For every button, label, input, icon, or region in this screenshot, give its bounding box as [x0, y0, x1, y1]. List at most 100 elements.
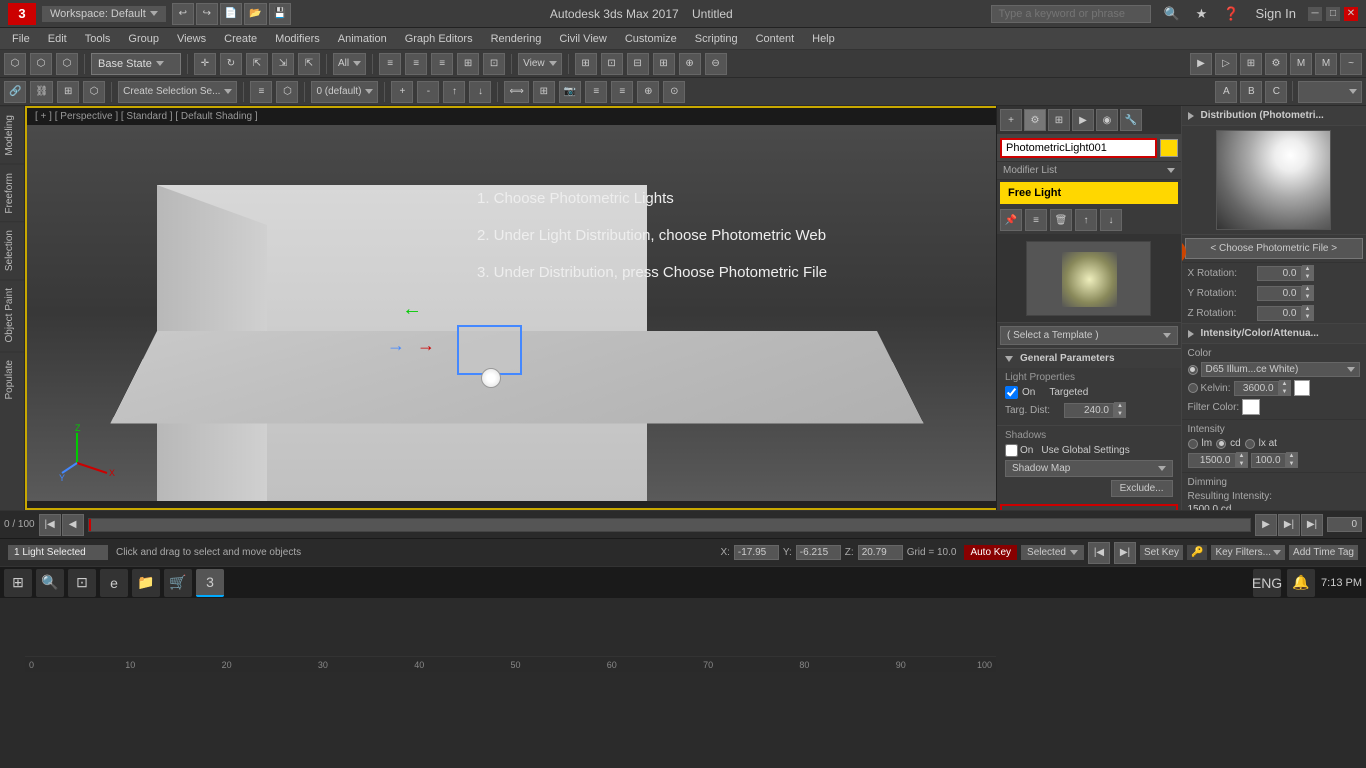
move-btn[interactable]: ✛	[194, 53, 216, 75]
curve-btn[interactable]: ~	[1340, 53, 1362, 75]
rotate-btn[interactable]: ↻	[220, 53, 242, 75]
timeline-bar[interactable]	[88, 518, 1251, 532]
light-color-btn[interactable]	[1160, 139, 1178, 157]
lm-radio[interactable]	[1188, 439, 1198, 449]
default-layer-dropdown[interactable]: 0 (default)	[311, 81, 378, 103]
new-btn[interactable]: 📄	[220, 3, 242, 25]
timeline-next-btn[interactable]: ▶|	[1278, 514, 1300, 536]
select2-btn[interactable]: ⬡	[30, 53, 52, 75]
taskbar-edge-btn[interactable]: e	[100, 569, 128, 597]
sidebar-tab-populate[interactable]: Populate	[0, 351, 24, 407]
free-light-mod-btn[interactable]: Free Light	[1000, 182, 1178, 204]
place-highlight-btn[interactable]: ⊕	[637, 81, 659, 103]
menu-scripting[interactable]: Scripting	[687, 31, 746, 47]
prev-key-btn[interactable]: |◀	[1088, 542, 1110, 564]
mod-create-icon[interactable]: +	[1000, 109, 1022, 131]
add-time-tag-btn[interactable]: Add Time Tag	[1289, 545, 1358, 560]
menu-views[interactable]: Views	[169, 31, 214, 47]
mod-del-icon[interactable]: 🗑	[1050, 209, 1072, 231]
scene-btn[interactable]: ⬡	[276, 81, 298, 103]
kelvin-up[interactable]: ▲	[1279, 380, 1291, 388]
z-rot-up[interactable]: ▲	[1302, 305, 1314, 313]
light-dist-sec-header[interactable]: Light Distribution (Type)	[1002, 506, 1176, 510]
search-input[interactable]	[991, 5, 1151, 23]
menu-group[interactable]: Group	[120, 31, 167, 47]
z-rot-dn[interactable]: ▼	[1302, 313, 1314, 321]
render-preset-dropdown[interactable]	[1298, 81, 1362, 103]
close-btn[interactable]: ✕	[1344, 7, 1358, 21]
choose-photometric-btn[interactable]: < Choose Photometric File >	[1185, 238, 1364, 259]
mod-motion-icon[interactable]: ▶	[1072, 109, 1094, 131]
intensity-val-input2[interactable]	[1251, 453, 1286, 468]
layer5-btn[interactable]: ↓	[469, 81, 491, 103]
shadow-map-dd[interactable]: Shadow Map	[1005, 460, 1173, 477]
name-sel2-btn[interactable]: B	[1240, 81, 1262, 103]
maximize-btn[interactable]: □	[1326, 7, 1340, 21]
undo-btn[interactable]: ↩	[172, 3, 194, 25]
layer-btn[interactable]: ≡	[250, 81, 272, 103]
select-btn[interactable]: ⬡	[4, 53, 26, 75]
timeline-play-btn[interactable]: ▶	[1255, 514, 1277, 536]
next-key-btn[interactable]: ▶|	[1114, 542, 1136, 564]
menu-file[interactable]: File	[4, 31, 38, 47]
lp-on-checkbox[interactable]	[1005, 386, 1018, 399]
view5-btn[interactable]: ⊕	[679, 53, 701, 75]
taskbar-task-view-btn[interactable]: ⊡	[68, 569, 96, 597]
workspace-dropdown[interactable]: Workspace: Default	[42, 6, 166, 22]
x-rot-up[interactable]: ▲	[1302, 265, 1314, 273]
y-input[interactable]	[796, 545, 841, 560]
y-rot-input[interactable]	[1257, 286, 1302, 301]
view6-btn[interactable]: ⊖	[705, 53, 727, 75]
gen-params-sec-header[interactable]: General Parameters	[997, 348, 1181, 368]
cd-radio[interactable]	[1216, 439, 1226, 449]
exclude-button2[interactable]: Exclude...	[1111, 480, 1173, 497]
key-icon-btn[interactable]: 🔑	[1187, 545, 1207, 560]
mod-hier-icon[interactable]: ⊞	[1048, 109, 1070, 131]
search-icon[interactable]: 🔍	[1159, 6, 1183, 22]
mod-util-icon[interactable]: 🔧	[1120, 109, 1142, 131]
taskbar-language-btn[interactable]: ENG	[1253, 569, 1281, 597]
isolate-btn[interactable]: ⊙	[663, 81, 685, 103]
taskbar-explorer-btn[interactable]: 📁	[132, 569, 160, 597]
kelvin-input[interactable]	[1234, 381, 1279, 396]
int-up1[interactable]: ▲	[1236, 452, 1248, 460]
shadow-on-cb[interactable]	[1005, 444, 1018, 457]
link-btn[interactable]: 🔗	[4, 81, 26, 103]
kelvin-color-swatch[interactable]	[1294, 380, 1310, 396]
mod-modify-icon[interactable]: ⚙	[1024, 109, 1046, 131]
select3-btn[interactable]: ⬡	[56, 53, 78, 75]
d65-dropdown[interactable]: D65 Illum...ce White)	[1201, 362, 1361, 377]
d65-radio[interactable]	[1188, 365, 1198, 375]
auto-key-btn[interactable]: Auto Key	[964, 545, 1017, 560]
timeline-start-btn[interactable]: |◀	[39, 514, 61, 536]
signin-btn[interactable]: Sign In	[1252, 6, 1300, 21]
minimize-btn[interactable]: ─	[1308, 7, 1322, 21]
settings-btn[interactable]: ⚙	[1265, 53, 1287, 75]
normal-align-btn[interactable]: ≡	[611, 81, 633, 103]
menu-rendering[interactable]: Rendering	[483, 31, 550, 47]
mod-list-icon[interactable]: ≡	[1025, 209, 1047, 231]
align5-btn[interactable]: ⊡	[483, 53, 505, 75]
name-sel-btn[interactable]: A	[1215, 81, 1237, 103]
mod-display-icon[interactable]: ◉	[1096, 109, 1118, 131]
lp-targ-dist-input[interactable]	[1064, 403, 1114, 418]
taskbar-store-btn[interactable]: 🛒	[164, 569, 192, 597]
menu-tools[interactable]: Tools	[77, 31, 119, 47]
sidebar-tab-objectpaint[interactable]: Object Paint	[0, 279, 24, 350]
select-mode-btn[interactable]: ⬡	[83, 81, 105, 103]
key-filters-dropdown[interactable]: Key Filters...	[1211, 545, 1285, 560]
render2-btn[interactable]: ▷	[1215, 53, 1237, 75]
filter-color-swatch[interactable]	[1242, 399, 1260, 415]
menu-edit[interactable]: Edit	[40, 31, 75, 47]
menu-civil-view[interactable]: Civil View	[551, 31, 614, 47]
layer4-btn[interactable]: ↑	[443, 81, 465, 103]
basestate-dropdown[interactable]: Base State	[91, 53, 181, 75]
sidebar-tab-modeling[interactable]: Modeling	[0, 106, 24, 164]
view3-btn[interactable]: ⊟	[627, 53, 649, 75]
taskbar-search-btn[interactable]: 🔍	[36, 569, 64, 597]
taskbar-notification-btn[interactable]: 🔔	[1287, 569, 1315, 597]
sidebar-tab-selection[interactable]: Selection	[0, 221, 24, 279]
scale3-btn[interactable]: ⇱	[298, 53, 320, 75]
redo-btn[interactable]: ↪	[196, 3, 218, 25]
view4-btn[interactable]: ⊞	[653, 53, 675, 75]
